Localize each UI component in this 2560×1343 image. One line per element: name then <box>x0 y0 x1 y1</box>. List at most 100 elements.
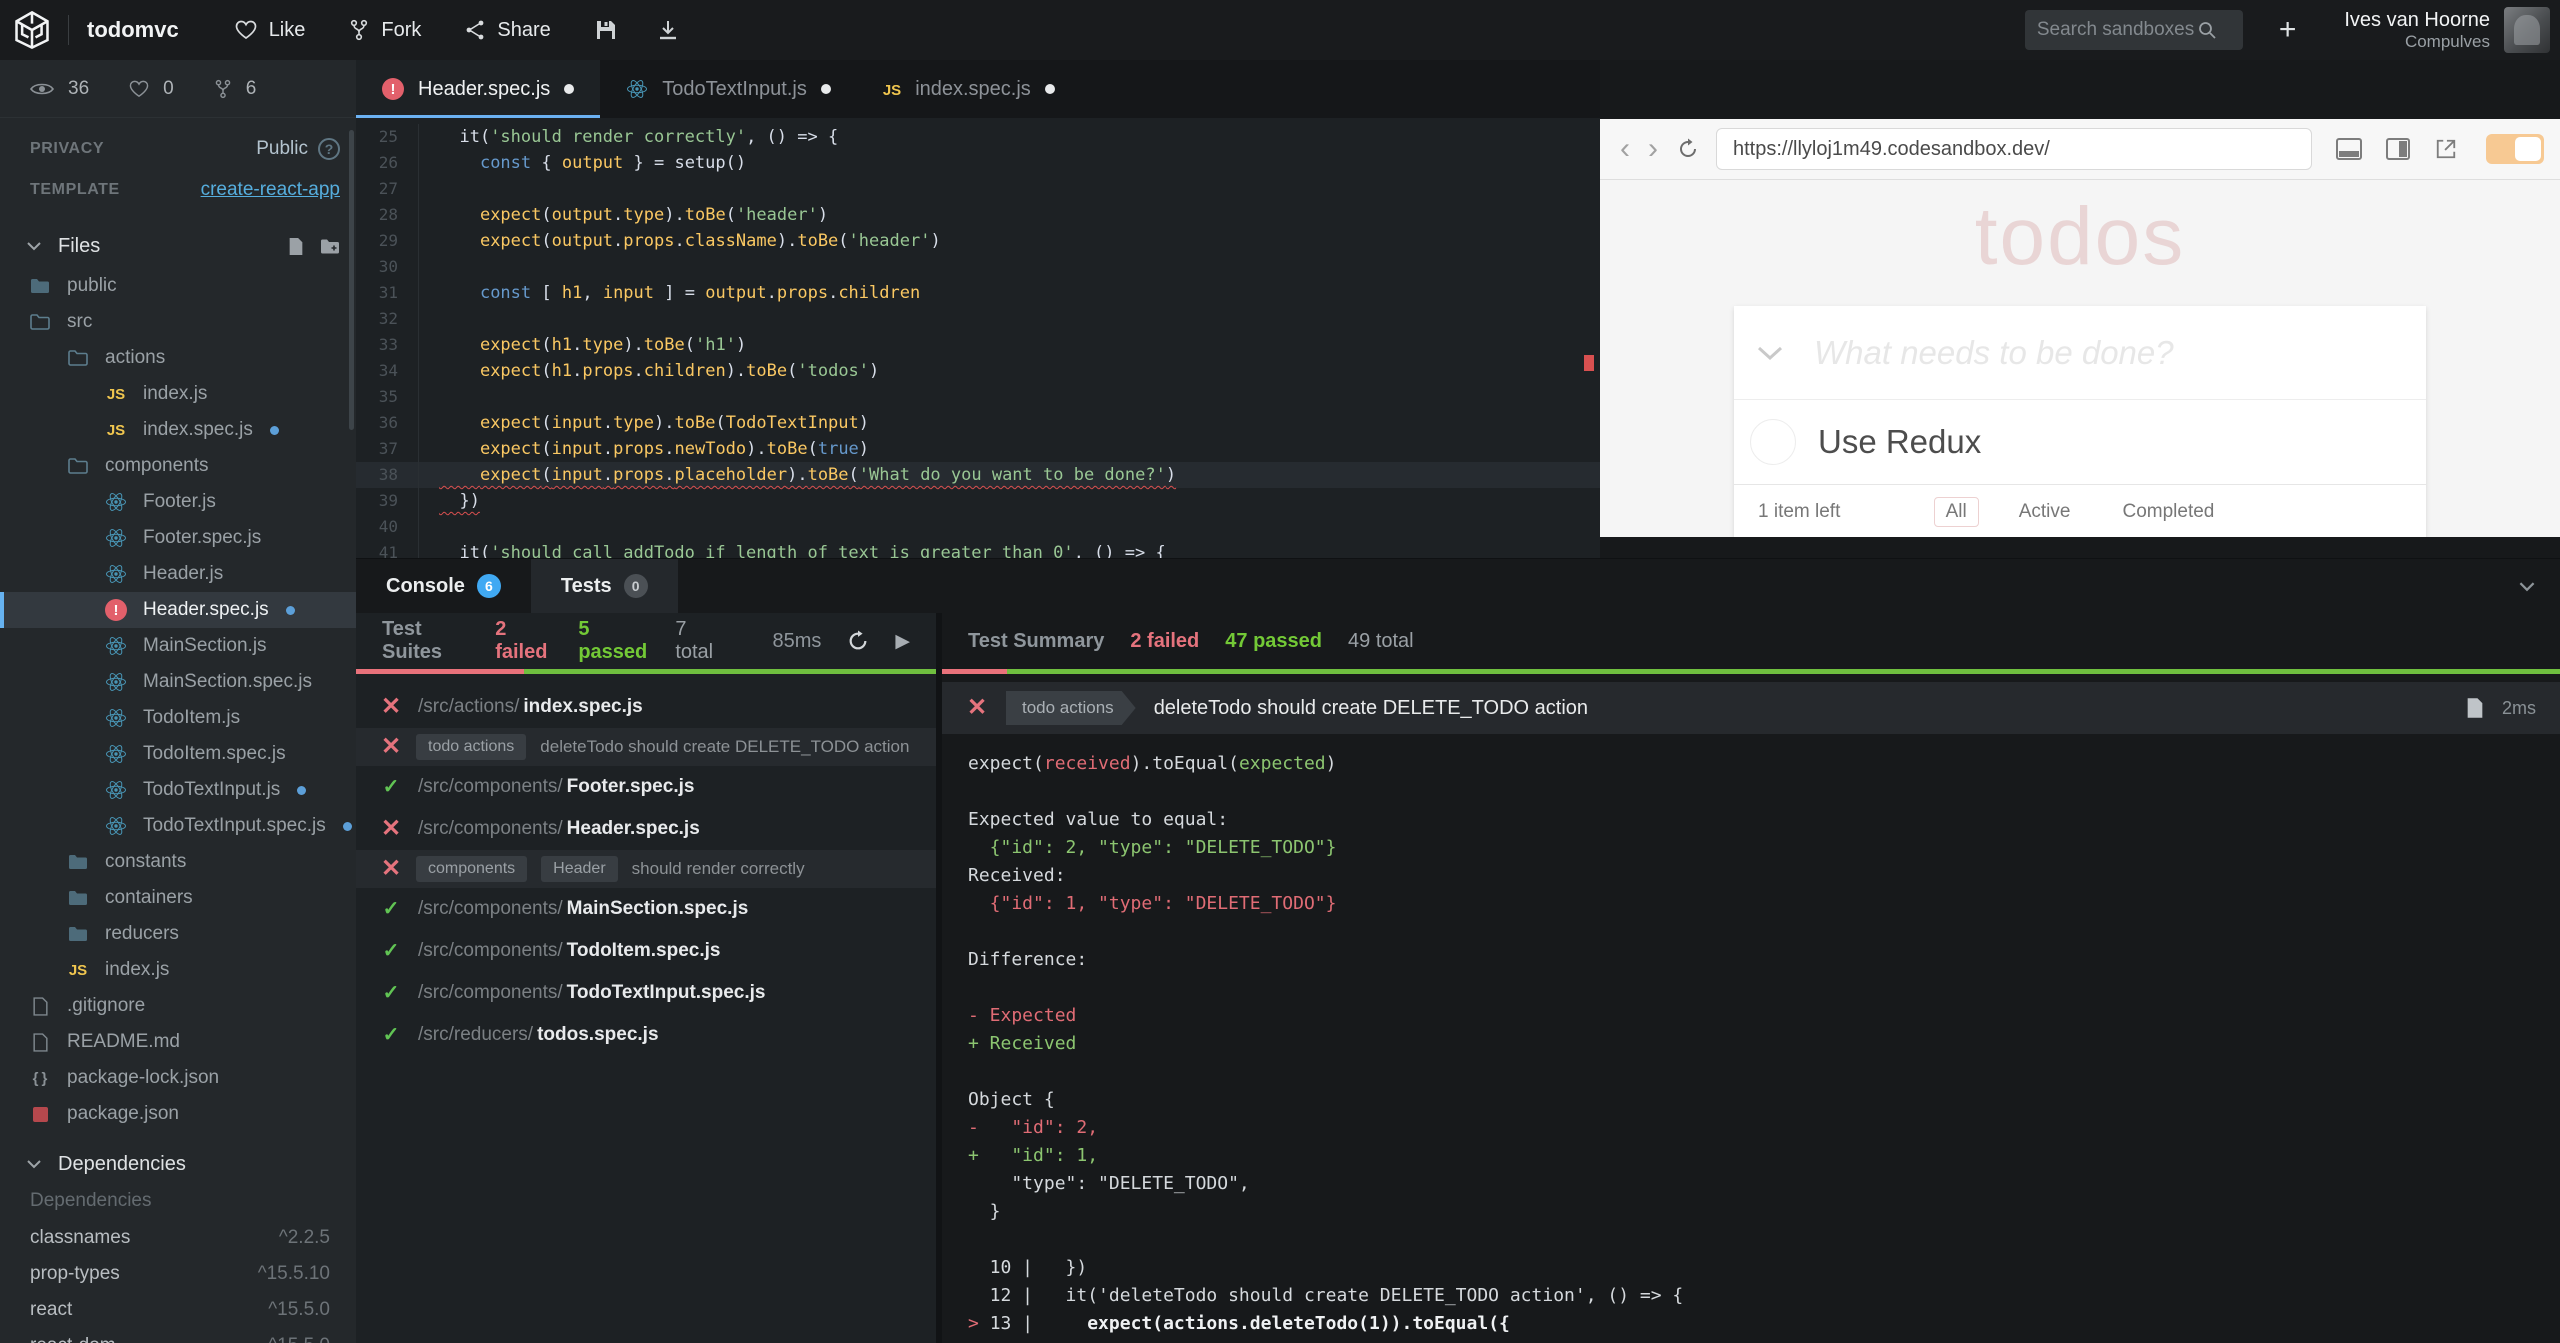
sidebar-item-src[interactable]: src <box>0 304 356 340</box>
search-input[interactable] <box>2036 19 2197 41</box>
dependencies-section-header[interactable]: Dependencies <box>0 1146 356 1182</box>
sidebar-item-index-js[interactable]: JS index.js <box>0 376 356 412</box>
split-right-icon[interactable] <box>2386 138 2410 160</box>
save-button[interactable] <box>595 19 617 41</box>
suite-file-footer-spec-js[interactable]: ✓ /src/components/Footer.spec.js <box>356 766 936 808</box>
sidebar-item-constants[interactable]: constants <box>0 844 356 880</box>
code-line-32[interactable]: 32 <box>356 306 1600 332</box>
user-block[interactable]: Ives van Hoorne Compulves <box>2344 8 2490 52</box>
split-bottom-icon[interactable] <box>2336 138 2362 160</box>
download-icon[interactable] <box>657 19 679 41</box>
sidebar-item-header-spec-js[interactable]: ! Header.spec.js <box>0 592 356 628</box>
help-icon[interactable]: ? <box>318 137 340 160</box>
new-file-icon[interactable] <box>288 237 304 256</box>
code-line-33[interactable]: 33 expect(h1.type).toBe('h1') <box>356 332 1600 358</box>
new-todo-placeholder[interactable]: What needs to be done? <box>1814 334 2174 372</box>
code-line-26[interactable]: 26 const { output } = setup() <box>356 150 1600 176</box>
sandbox-title[interactable]: todomvc <box>87 17 179 43</box>
editor-tab-index-spec-js[interactable]: JS index.spec.js <box>857 60 1081 118</box>
sidebar-item-mainsection-spec-js[interactable]: MainSection.spec.js <box>0 664 356 700</box>
filter-completed[interactable]: Completed <box>2110 497 2226 527</box>
share-button[interactable]: Share <box>465 19 551 42</box>
code-line-40[interactable]: 40 <box>356 514 1600 540</box>
toggle-all-icon[interactable] <box>1756 345 1784 361</box>
sidebar-item-todotextinput-js[interactable]: TodoTextInput.js <box>0 772 356 808</box>
sidebar-item-components[interactable]: components <box>0 448 356 484</box>
sidebar-item-todoitem-spec-js[interactable]: TodoItem.spec.js <box>0 736 356 772</box>
new-folder-icon[interactable] <box>320 238 340 255</box>
dependency-prop-types[interactable]: prop-types ^15.5.10 <box>0 1256 356 1292</box>
dependency-classnames[interactable]: classnames ^2.2.5 <box>0 1220 356 1256</box>
sidebar-item-readme-md[interactable]: README.md <box>0 1024 356 1060</box>
filter-active[interactable]: Active <box>2007 497 2083 527</box>
code-line-37[interactable]: 37 expect(input.props.newTodo).toBe(true… <box>356 436 1600 462</box>
open-external-icon[interactable] <box>2434 138 2458 160</box>
sidebar-item-index-spec-js[interactable]: JS index.spec.js <box>0 412 356 448</box>
code-line-29[interactable]: 29 expect(output.props.className).toBe('… <box>356 228 1600 254</box>
new-sandbox-button[interactable]: + <box>2279 13 2297 47</box>
suite-file-index-spec-js[interactable]: ✕ /src/actions/index.spec.js <box>356 686 936 728</box>
sidebar-item-todotextinput-spec-js[interactable]: TodoTextInput.spec.js <box>0 808 356 844</box>
fork-button[interactable]: Fork <box>349 19 421 42</box>
code-line-39[interactable]: 39 }) <box>356 488 1600 514</box>
refresh-icon[interactable] <box>1676 137 1700 161</box>
sidebar-item-footer-js[interactable]: Footer.js <box>0 484 356 520</box>
todo-checkbox[interactable] <box>1750 419 1796 465</box>
forward-icon[interactable]: › <box>1644 134 1662 164</box>
run-tests-icon[interactable]: ▶ <box>895 630 910 653</box>
sidebar-item--gitignore[interactable]: .gitignore <box>0 988 356 1024</box>
code-line-36[interactable]: 36 expect(input.type).toBe(TodoTextInput… <box>356 410 1600 436</box>
file-icon[interactable] <box>2466 697 2484 719</box>
live-toggle[interactable] <box>2486 134 2544 164</box>
sidebar-item-footer-spec-js[interactable]: Footer.spec.js <box>0 520 356 556</box>
code-line-31[interactable]: 31 const [ h1, input ] = output.props.ch… <box>356 280 1600 306</box>
todo-label[interactable]: Use Redux <box>1818 423 1981 461</box>
tab-console[interactable]: Console 6 <box>356 559 531 613</box>
code-line-38[interactable]: 38 expect(input.props.placeholder).toBe(… <box>356 462 1600 488</box>
filter-all[interactable]: All <box>1933 496 1979 527</box>
code-line-35[interactable]: 35 <box>356 384 1600 410</box>
failed-test-item[interactable]: ✕ todo actions deleteTodo should create DE… <box>356 728 936 766</box>
failed-test-item[interactable]: ✕ components Header should render correctly <box>356 850 936 888</box>
code-editor[interactable]: 25 it('should render correctly', () => {… <box>356 118 1600 558</box>
suite-file-todoitem-spec-js[interactable]: ✓ /src/components/TodoItem.spec.js <box>356 930 936 972</box>
sidebar-item-containers[interactable]: containers <box>0 880 356 916</box>
code-line-41[interactable]: 41 it('should call addTodo if length of … <box>356 540 1600 558</box>
tab-tests[interactable]: Tests 0 <box>530 559 678 613</box>
template-link[interactable]: create-react-app <box>201 179 340 201</box>
url-bar[interactable]: https://llyloj1m49.codesandbox.dev/ <box>1716 128 2312 170</box>
code-line-28[interactable]: 28 expect(output.type).toBe('header') <box>356 202 1600 228</box>
code-line-34[interactable]: 34 expect(h1.props.children).toBe('todos… <box>356 358 1600 384</box>
code-line-25[interactable]: 25 it('should render correctly', () => { <box>356 124 1600 150</box>
like-button[interactable]: Like <box>235 19 305 42</box>
dependency-react-dom[interactable]: react-dom ^15.5.0 <box>0 1328 356 1343</box>
dependency-react[interactable]: react ^15.5.0 <box>0 1292 356 1328</box>
search-box[interactable] <box>2024 10 2243 50</box>
avatar[interactable] <box>2504 7 2550 53</box>
suite-file-todos-spec-js[interactable]: ✓ /src/reducers/todos.spec.js <box>356 1014 936 1056</box>
code-line-27[interactable]: 27 <box>356 176 1600 202</box>
suite-file-header-spec-js[interactable]: ✕ /src/components/Header.spec.js <box>356 808 936 850</box>
sidebar-item-package-lock-json[interactable]: { } package-lock.json <box>0 1060 356 1096</box>
sidebar-item-package-json[interactable]: package.json <box>0 1096 356 1132</box>
error-ruler-mark[interactable] <box>1584 355 1594 371</box>
files-section-header[interactable]: Files <box>0 228 356 264</box>
failed-test-header[interactable]: ✕ todo actions deleteTodo should create … <box>942 682 2560 734</box>
sidebar-item-index-js[interactable]: JS index.js <box>0 952 356 988</box>
suite-file-mainsection-spec-js[interactable]: ✓ /src/components/MainSection.spec.js <box>356 888 936 930</box>
sidebar-item-reducers[interactable]: reducers <box>0 916 356 952</box>
suite-file-todotextinput-spec-js[interactable]: ✓ /src/components/TodoTextInput.spec.js <box>356 972 936 1014</box>
code-line-30[interactable]: 30 <box>356 254 1600 280</box>
sidebar-item-actions[interactable]: actions <box>0 340 356 376</box>
sidebar-scrollbar[interactable] <box>349 130 354 430</box>
sidebar-item-mainsection-js[interactable]: MainSection.js <box>0 628 356 664</box>
editor-tab-todotextinput-js[interactable]: TodoTextInput.js <box>600 60 857 118</box>
sidebar-item-header-js[interactable]: Header.js <box>0 556 356 592</box>
rerun-tests-icon[interactable] <box>847 630 869 652</box>
collapse-panel-icon[interactable] <box>2518 559 2560 613</box>
codesandbox-logo-icon[interactable] <box>0 0 64 60</box>
editor-tab-header-spec-js[interactable]: ! Header.spec.js <box>356 60 601 118</box>
sidebar-item-public[interactable]: public <box>0 268 356 304</box>
back-icon[interactable]: ‹ <box>1616 134 1634 164</box>
sidebar-item-todoitem-js[interactable]: TodoItem.js <box>0 700 356 736</box>
